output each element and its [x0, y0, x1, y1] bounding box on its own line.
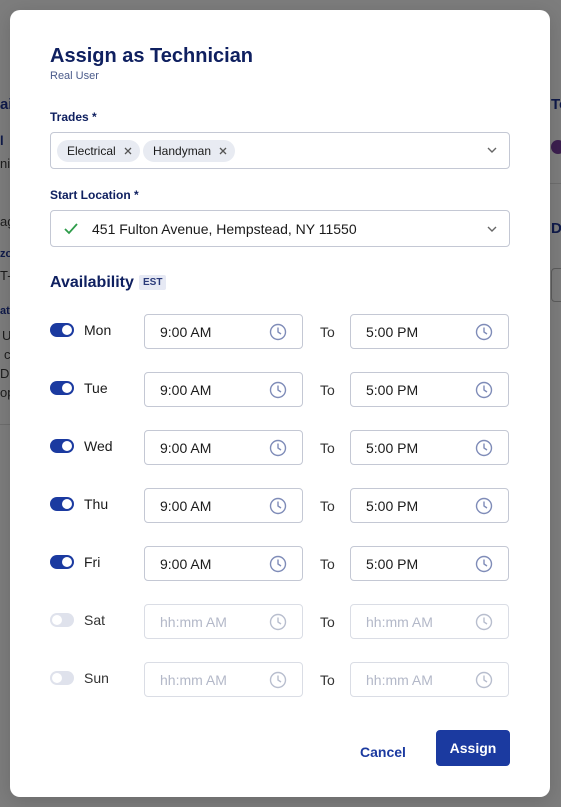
- toggle-knob: [52, 615, 62, 625]
- toggle-knob: [62, 441, 72, 451]
- start-time-value: hh:mm AM: [160, 672, 227, 688]
- bg-input: [551, 268, 561, 302]
- end-time-value: 5:00 PM: [366, 382, 419, 398]
- end-time-value: hh:mm AM: [366, 614, 433, 630]
- close-icon[interactable]: [217, 145, 229, 157]
- end-time-fri[interactable]: 5:00 PM: [350, 546, 509, 581]
- toggle-knob: [52, 673, 62, 683]
- start-time-thu[interactable]: 9:00 AM: [144, 488, 303, 523]
- start-time-sat[interactable]: hh:mm AM: [144, 604, 303, 639]
- start-location-label: Start Location *: [50, 188, 139, 202]
- trade-chip-handyman: Handyman: [143, 140, 236, 162]
- chip-label: Handyman: [153, 144, 212, 158]
- to-label: To: [320, 382, 335, 398]
- check-icon: [63, 221, 79, 237]
- end-time-value: hh:mm AM: [366, 672, 433, 688]
- clock-icon[interactable]: [475, 381, 493, 399]
- trades-select[interactable]: Electrical Handyman: [50, 132, 510, 169]
- clock-icon[interactable]: [475, 671, 493, 689]
- day-label-fri: Fri: [84, 554, 101, 570]
- toggle-fri[interactable]: [50, 555, 74, 569]
- clock-icon[interactable]: [269, 555, 287, 573]
- bg-avatar: [551, 140, 561, 154]
- toggle-knob: [62, 325, 72, 335]
- end-time-sat[interactable]: hh:mm AM: [350, 604, 509, 639]
- start-time-mon[interactable]: 9:00 AM: [144, 314, 303, 349]
- day-label-sat: Sat: [84, 612, 106, 628]
- start-time-value: 9:00 AM: [160, 556, 212, 572]
- toggle-sat[interactable]: [50, 613, 74, 627]
- bg-fragment: l: [0, 133, 4, 148]
- bg-fragment: D: [551, 220, 561, 237]
- start-time-value: 9:00 AM: [160, 324, 212, 340]
- end-time-value: 5:00 PM: [366, 498, 419, 514]
- day-label-tue: Tue: [84, 380, 108, 396]
- toggle-sun[interactable]: [50, 671, 74, 685]
- clock-icon[interactable]: [269, 381, 287, 399]
- clock-icon[interactable]: [475, 497, 493, 515]
- cancel-button[interactable]: Cancel: [350, 739, 416, 765]
- start-time-value: 9:00 AM: [160, 498, 212, 514]
- toggle-knob: [62, 499, 72, 509]
- end-time-wed[interactable]: 5:00 PM: [350, 430, 509, 465]
- trade-chip-electrical: Electrical: [57, 140, 140, 162]
- assign-technician-modal: Assign as Technician Real User Trades * …: [10, 10, 550, 797]
- toggle-knob: [62, 557, 72, 567]
- clock-icon[interactable]: [269, 671, 287, 689]
- start-time-tue[interactable]: 9:00 AM: [144, 372, 303, 407]
- day-label-sun: Sun: [84, 670, 109, 686]
- start-time-wed[interactable]: 9:00 AM: [144, 430, 303, 465]
- bg-divider: [550, 183, 561, 184]
- toggle-tue[interactable]: [50, 381, 74, 395]
- toggle-thu[interactable]: [50, 497, 74, 511]
- clock-icon[interactable]: [475, 613, 493, 631]
- bg-fragment: To: [551, 96, 561, 113]
- to-label: To: [320, 498, 335, 514]
- timezone-badge: EST: [139, 275, 167, 290]
- close-icon[interactable]: [122, 145, 134, 157]
- to-label: To: [320, 324, 335, 340]
- availability-title: Availability: [50, 274, 134, 291]
- end-time-mon[interactable]: 5:00 PM: [350, 314, 509, 349]
- start-time-value: 9:00 AM: [160, 382, 212, 398]
- start-location-select[interactable]: 451 Fulton Avenue, Hempstead, NY 11550: [50, 210, 510, 247]
- end-time-value: 5:00 PM: [366, 440, 419, 456]
- toggle-wed[interactable]: [50, 439, 74, 453]
- to-label: To: [320, 672, 335, 688]
- day-label-thu: Thu: [84, 496, 109, 512]
- start-time-sun[interactable]: hh:mm AM: [144, 662, 303, 697]
- clock-icon[interactable]: [475, 555, 493, 573]
- end-time-tue[interactable]: 5:00 PM: [350, 372, 509, 407]
- day-label-wed: Wed: [84, 438, 113, 454]
- toggle-knob: [62, 383, 72, 393]
- clock-icon[interactable]: [269, 613, 287, 631]
- chevron-down-icon[interactable]: [485, 222, 499, 236]
- start-time-fri[interactable]: 9:00 AM: [144, 546, 303, 581]
- chevron-down-icon[interactable]: [485, 143, 499, 157]
- to-label: To: [320, 614, 335, 630]
- end-time-value: 5:00 PM: [366, 556, 419, 572]
- start-time-value: 9:00 AM: [160, 440, 212, 456]
- trades-label: Trades *: [50, 110, 97, 124]
- clock-icon[interactable]: [269, 323, 287, 341]
- end-time-sun[interactable]: hh:mm AM: [350, 662, 509, 697]
- bg-divider: [0, 424, 10, 425]
- clock-icon[interactable]: [475, 323, 493, 341]
- clock-icon[interactable]: [475, 439, 493, 457]
- day-label-mon: Mon: [84, 322, 112, 338]
- start-location-value: 451 Fulton Avenue, Hempstead, NY 11550: [92, 221, 357, 237]
- end-time-thu[interactable]: 5:00 PM: [350, 488, 509, 523]
- clock-icon[interactable]: [269, 439, 287, 457]
- start-time-value: hh:mm AM: [160, 614, 227, 630]
- chip-label: Electrical: [67, 144, 116, 158]
- bg-fragment: D: [0, 366, 10, 381]
- toggle-mon[interactable]: [50, 323, 74, 337]
- modal-title: Assign as Technician: [50, 45, 254, 67]
- end-time-value: 5:00 PM: [366, 324, 419, 340]
- to-label: To: [320, 556, 335, 572]
- assign-button[interactable]: Assign: [436, 730, 510, 766]
- clock-icon[interactable]: [269, 497, 287, 515]
- modal-subtitle: Real User: [50, 70, 99, 82]
- to-label: To: [320, 440, 335, 456]
